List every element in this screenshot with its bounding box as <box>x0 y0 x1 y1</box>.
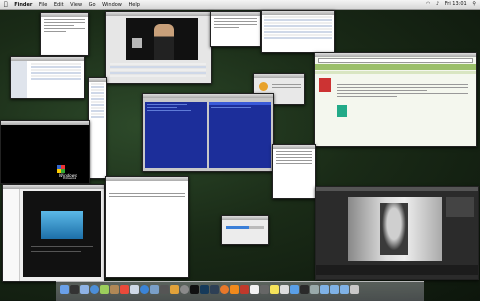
calculator-icon[interactable] <box>260 285 269 294</box>
mail-icon[interactable] <box>80 285 89 294</box>
wifi-icon[interactable]: ◠ <box>426 0 430 9</box>
stickies-icon[interactable] <box>270 285 279 294</box>
disk-utility-icon[interactable] <box>310 285 319 294</box>
site-header <box>315 64 476 70</box>
text-document-window[interactable] <box>40 12 89 56</box>
menu-item-help[interactable]: Help <box>128 1 139 10</box>
music-note-icon <box>132 38 142 48</box>
downloads-folder-icon[interactable] <box>320 285 329 294</box>
surf-photo <box>41 211 83 239</box>
text-editor-window[interactable] <box>105 176 189 278</box>
app-store-icon[interactable] <box>290 285 299 294</box>
windows-xp-vm-window[interactable]: Windows Professional <box>0 120 90 184</box>
applications-folder-icon[interactable] <box>340 285 349 294</box>
parallels-icon[interactable] <box>240 285 249 294</box>
document-window-small[interactable] <box>210 11 261 47</box>
blog-browser-window[interactable] <box>2 184 105 282</box>
windows-flag-icon <box>57 165 65 173</box>
portrait-face <box>380 203 408 255</box>
window-titlebar[interactable] <box>89 78 106 82</box>
imovie-icon[interactable] <box>160 285 169 294</box>
right-pane[interactable] <box>209 102 271 168</box>
left-pane[interactable] <box>145 102 207 168</box>
app-icon <box>259 82 268 91</box>
menu-item-window[interactable]: Window <box>102 1 122 10</box>
finder-list-window[interactable] <box>261 10 335 53</box>
window-titlebar[interactable] <box>106 12 211 16</box>
window-titlebar[interactable] <box>106 177 188 181</box>
menu-item-finder[interactable]: Finder <box>14 1 32 10</box>
menu-item-file[interactable]: File <box>39 1 47 10</box>
progress-bar <box>226 226 264 229</box>
itunes-icon[interactable] <box>140 285 149 294</box>
photoshop-icon[interactable] <box>200 285 209 294</box>
window-titlebar[interactable] <box>262 11 334 15</box>
narrow-list-window[interactable] <box>88 77 107 179</box>
system-preferences-icon[interactable] <box>180 285 189 294</box>
window-titlebar[interactable] <box>41 13 88 17</box>
documents-folder-icon[interactable] <box>330 285 339 294</box>
page-content <box>23 191 101 277</box>
trash-icon[interactable] <box>350 285 359 294</box>
ichat-icon[interactable] <box>100 285 109 294</box>
textedit-icon[interactable] <box>250 285 259 294</box>
preview-icon[interactable] <box>130 285 139 294</box>
menu-item-edit[interactable]: Edit <box>54 1 64 10</box>
vlc-icon[interactable] <box>230 285 239 294</box>
address-bar[interactable] <box>318 58 473 63</box>
finder-window[interactable] <box>10 56 85 99</box>
apple-menu-icon[interactable]:  <box>4 0 8 9</box>
browser-window[interactable] <box>314 52 477 147</box>
window-titlebar[interactable] <box>316 187 478 191</box>
window-titlebar[interactable] <box>222 216 268 220</box>
progress-window[interactable] <box>221 215 269 245</box>
person-portrait <box>154 24 174 60</box>
menu-bar:  Finder File Edit View Go Window Help ◠… <box>0 0 480 10</box>
spotlight-icon[interactable]: ⚲ <box>472 0 476 9</box>
firefox-icon[interactable] <box>220 285 229 294</box>
ical-icon[interactable] <box>120 285 129 294</box>
activity-monitor-icon[interactable] <box>300 285 309 294</box>
window-titlebar[interactable] <box>211 12 260 16</box>
video-frame <box>126 18 198 60</box>
dual-pane-file-manager[interactable] <box>142 93 274 172</box>
iphoto-icon[interactable] <box>150 285 159 294</box>
safari-icon[interactable] <box>90 285 99 294</box>
terminal-icon[interactable] <box>190 285 199 294</box>
window-titlebar[interactable] <box>315 53 476 57</box>
forum-post <box>319 77 471 141</box>
window-titlebar[interactable] <box>254 74 304 78</box>
media-player-window[interactable] <box>105 11 212 84</box>
window-titlebar[interactable] <box>1 121 89 125</box>
garageband-icon[interactable] <box>170 285 179 294</box>
log-window[interactable] <box>272 144 316 199</box>
menu-item-go[interactable]: Go <box>89 1 96 10</box>
clock[interactable]: Fri 13:01 <box>445 0 467 9</box>
dashboard-icon[interactable] <box>70 285 79 294</box>
photo-editor-window[interactable] <box>315 186 479 280</box>
lightroom-icon[interactable] <box>210 285 219 294</box>
photo-canvas <box>348 197 442 261</box>
window-titlebar[interactable] <box>273 145 315 149</box>
finder-icon[interactable] <box>60 285 69 294</box>
volume-icon[interactable]: ♪ <box>436 0 439 9</box>
menu-item-view[interactable]: View <box>70 1 82 10</box>
font-book-icon[interactable] <box>280 285 289 294</box>
windows-logo-sub: Professional <box>63 177 77 180</box>
window-titlebar[interactable] <box>143 94 273 98</box>
address-book-icon[interactable] <box>110 285 119 294</box>
